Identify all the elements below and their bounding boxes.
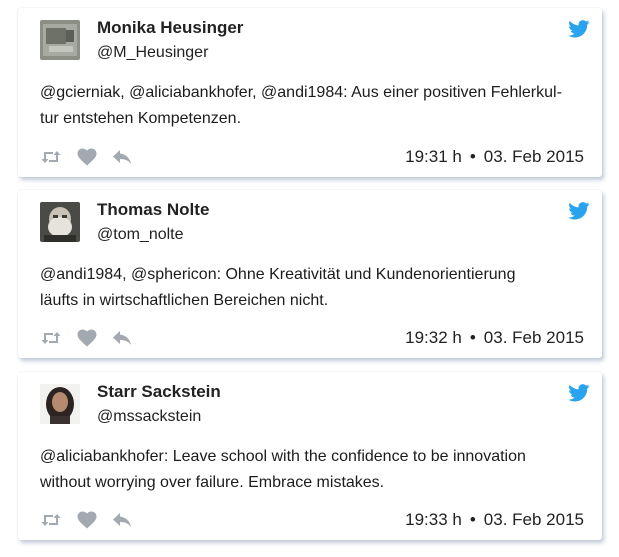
tweet-date: 03. Feb 2015: [483, 147, 584, 166]
tweet-text: @aliciabankhofer: Leave school with the …: [40, 444, 592, 496]
tweet-text-line: @gcierniak, @aliciabankhofer, @andi1984:…: [40, 84, 562, 101]
display-name[interactable]: Starr Sackstein: [97, 382, 221, 402]
reply-icon[interactable]: [112, 328, 134, 348]
retweet-icon[interactable]: [40, 147, 62, 167]
tweet-time: 19:33 h: [405, 510, 462, 529]
tweet-card: Starr Sackstein @mssackstein @aliciabank…: [18, 372, 602, 540]
tweet-time: 19:32 h: [405, 328, 462, 347]
tweet-date: 03. Feb 2015: [483, 510, 584, 529]
tweet-text-line: läufts in wirtschaftlichen Bereichen nic…: [40, 292, 329, 309]
tweet-card: Monika Heusinger @M_Heusinger @gcierniak…: [18, 8, 602, 177]
heart-icon[interactable]: [76, 328, 98, 348]
tweet-date: 03. Feb 2015: [483, 328, 584, 347]
twitter-bird-icon[interactable]: [568, 384, 590, 402]
display-name[interactable]: Monika Heusinger: [97, 18, 243, 38]
tweet-actions: [40, 145, 134, 169]
heart-icon[interactable]: [76, 510, 98, 530]
tweet-timestamp[interactable]: 19:31 h • 03. Feb 2015: [405, 145, 584, 169]
tweet-text-line: without worrying over failure. Embrace m…: [40, 474, 385, 491]
separator-dot: •: [469, 147, 476, 166]
tweet-text: @andi1984, @sphericon: Ohne Kreativität …: [40, 262, 592, 314]
reply-icon[interactable]: [112, 510, 134, 530]
retweet-icon[interactable]: [40, 328, 62, 348]
user-handle[interactable]: @mssackstein: [97, 408, 201, 426]
twitter-bird-icon[interactable]: [568, 20, 590, 38]
heart-icon[interactable]: [76, 147, 98, 167]
tweet-card: Thomas Nolte @tom_nolte @andi1984, @sphe…: [18, 190, 602, 358]
tweet-actions: [40, 326, 134, 350]
tweet-text-line: @andi1984, @sphericon: Ohne Kreativität …: [40, 266, 516, 283]
display-name[interactable]: Thomas Nolte: [97, 200, 209, 220]
tweet-text-line: tur entstehen Kompetenzen.: [40, 110, 242, 127]
tweet-timestamp[interactable]: 19:33 h • 03. Feb 2015: [405, 508, 584, 532]
tweet-time: 19:31 h: [405, 147, 462, 166]
avatar[interactable]: [40, 384, 80, 424]
user-handle[interactable]: @M_Heusinger: [97, 44, 208, 62]
tweet-actions: [40, 508, 134, 532]
separator-dot: •: [469, 510, 476, 529]
reply-icon[interactable]: [112, 147, 134, 167]
separator-dot: •: [469, 328, 476, 347]
user-handle[interactable]: @tom_nolte: [97, 226, 184, 244]
tweet-text: @gcierniak, @aliciabankhofer, @andi1984:…: [40, 80, 592, 132]
avatar[interactable]: [40, 202, 80, 242]
retweet-icon[interactable]: [40, 510, 62, 530]
tweet-text-line: @aliciabankhofer: Leave school with the …: [40, 448, 526, 465]
tweet-timestamp[interactable]: 19:32 h • 03. Feb 2015: [405, 326, 584, 350]
twitter-bird-icon[interactable]: [568, 202, 590, 220]
avatar[interactable]: [40, 20, 80, 60]
